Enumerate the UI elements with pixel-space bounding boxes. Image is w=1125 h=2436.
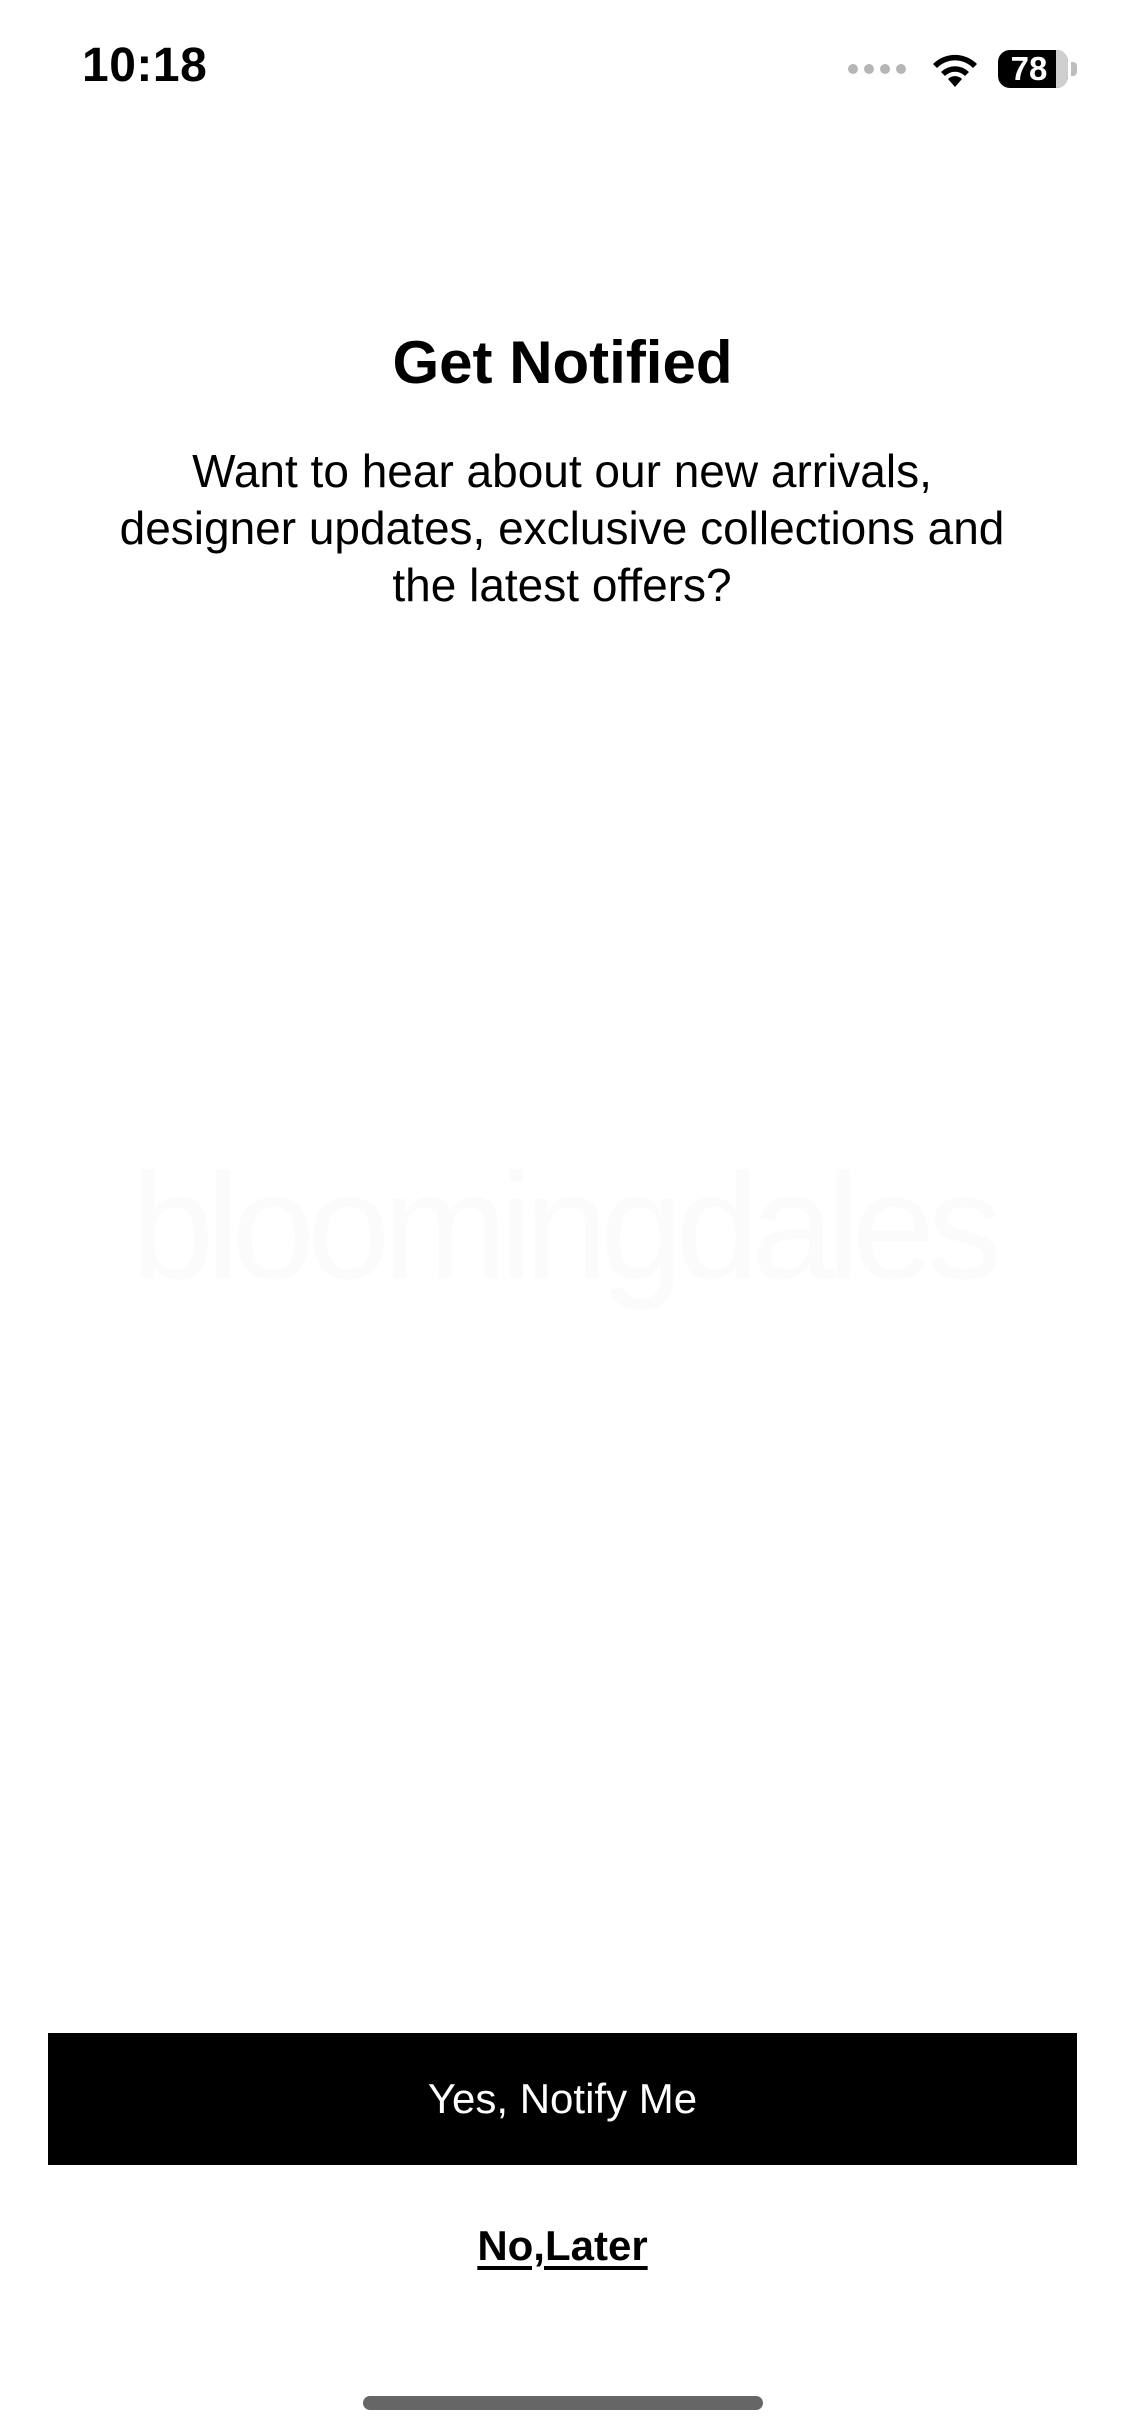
status-bar: 10:18 78 (0, 0, 1125, 140)
home-indicator[interactable] (363, 2396, 763, 2410)
notification-description: Want to hear about our new arrivals, des… (119, 445, 1005, 611)
no-later-link-container: No,Later (0, 2222, 1125, 2270)
wifi-icon (933, 54, 977, 87)
battery-cap (1071, 62, 1077, 76)
no-later-link[interactable]: No,Later (477, 2222, 647, 2269)
battery-icon: 78 (998, 50, 1068, 88)
battery-level: 78 (1010, 50, 1048, 87)
status-icons: 78 (848, 44, 1077, 94)
signal-icon (848, 64, 906, 74)
brand-watermark-logo: bloomingdales (130, 1142, 1002, 1310)
status-time: 10:18 (82, 39, 208, 92)
page-title: Get Notified (392, 329, 733, 396)
yes-notify-me-button[interactable]: Yes, Notify Me (48, 2033, 1077, 2165)
